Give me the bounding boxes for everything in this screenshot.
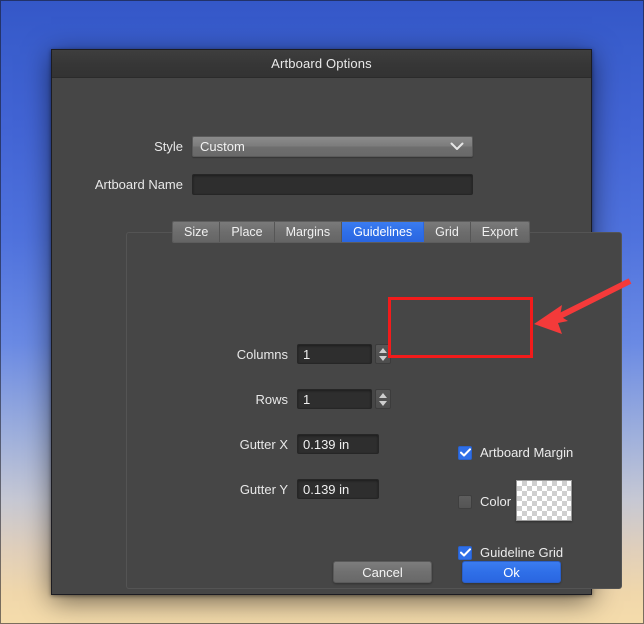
artboard-margin-row[interactable]: Artboard Margin: [458, 445, 573, 460]
gutter-y-row: Gutter Y 0.139 in: [127, 479, 379, 499]
checkmark-icon: [459, 544, 471, 562]
artboard-margin-label: Artboard Margin: [480, 445, 574, 460]
desktop-background: Artboard Options Style Custom Artboard N…: [0, 0, 644, 624]
style-select[interactable]: Custom: [192, 136, 473, 157]
tab-grid[interactable]: Grid: [424, 222, 471, 242]
rows-label: Rows: [255, 391, 288, 407]
guidelines-panel: Columns 1 Rows 1 Gutter X 0.139 in Gutte…: [126, 232, 622, 589]
columns-stepper[interactable]: [375, 344, 391, 364]
stepper-up-icon[interactable]: [379, 392, 387, 398]
color-checkbox[interactable]: [458, 494, 472, 509]
guideline-grid-row[interactable]: Guideline Grid: [458, 545, 563, 560]
rows-stepper[interactable]: [375, 389, 391, 409]
gutter-y-input[interactable]: 0.139 in: [297, 479, 379, 499]
columns-input[interactable]: 1: [297, 344, 372, 364]
rows-row: Rows 1: [127, 389, 391, 409]
cancel-button[interactable]: Cancel: [333, 561, 432, 583]
gutter-x-row: Gutter X 0.139 in: [127, 434, 379, 454]
color-row[interactable]: Color: [458, 494, 511, 509]
color-swatch[interactable]: [516, 480, 572, 521]
gutter-x-input[interactable]: 0.139 in: [297, 434, 379, 454]
tab-export[interactable]: Export: [470, 222, 529, 242]
artboard-margin-checkbox[interactable]: [458, 444, 472, 462]
columns-label: Columns: [236, 346, 288, 362]
rows-input[interactable]: 1: [297, 389, 372, 409]
stepper-up-icon[interactable]: [379, 347, 387, 353]
dialog-titlebar: Artboard Options: [52, 50, 591, 78]
dialog-body: Style Custom Artboard Name Size Place Ma…: [52, 78, 622, 594]
style-label: Style: [154, 139, 183, 154]
checkmark-icon: [459, 444, 471, 462]
stepper-down-icon[interactable]: [379, 400, 387, 406]
guideline-grid-label: Guideline Grid: [480, 545, 564, 560]
page-title: Artboard Options: [271, 56, 372, 71]
columns-row: Columns 1: [127, 344, 391, 364]
artboard-name-row: Artboard Name: [52, 174, 473, 195]
style-row: Style Custom: [52, 136, 473, 157]
gutter-y-label: Gutter Y: [239, 481, 288, 497]
stepper-down-icon[interactable]: [379, 355, 387, 361]
color-label: Color: [480, 494, 512, 509]
artboard-options-dialog: Artboard Options Style Custom Artboard N…: [51, 49, 622, 595]
gutter-x-label: Gutter X: [239, 436, 288, 452]
artboard-name-label: Artboard Name: [94, 177, 183, 192]
tab-margins[interactable]: Margins: [274, 222, 343, 242]
artboard-name-input[interactable]: [192, 174, 473, 195]
guideline-grid-checkbox[interactable]: [458, 544, 472, 562]
tab-place[interactable]: Place: [220, 222, 275, 242]
tab-guidelines[interactable]: Guidelines: [342, 222, 425, 242]
style-select-value: Custom: [200, 139, 245, 154]
options-tabbar: Size Place Margins Guidelines Grid Expor…: [172, 221, 530, 243]
chevron-down-icon: [450, 138, 464, 156]
ok-button[interactable]: Ok: [462, 561, 561, 583]
tab-size[interactable]: Size: [173, 222, 221, 242]
